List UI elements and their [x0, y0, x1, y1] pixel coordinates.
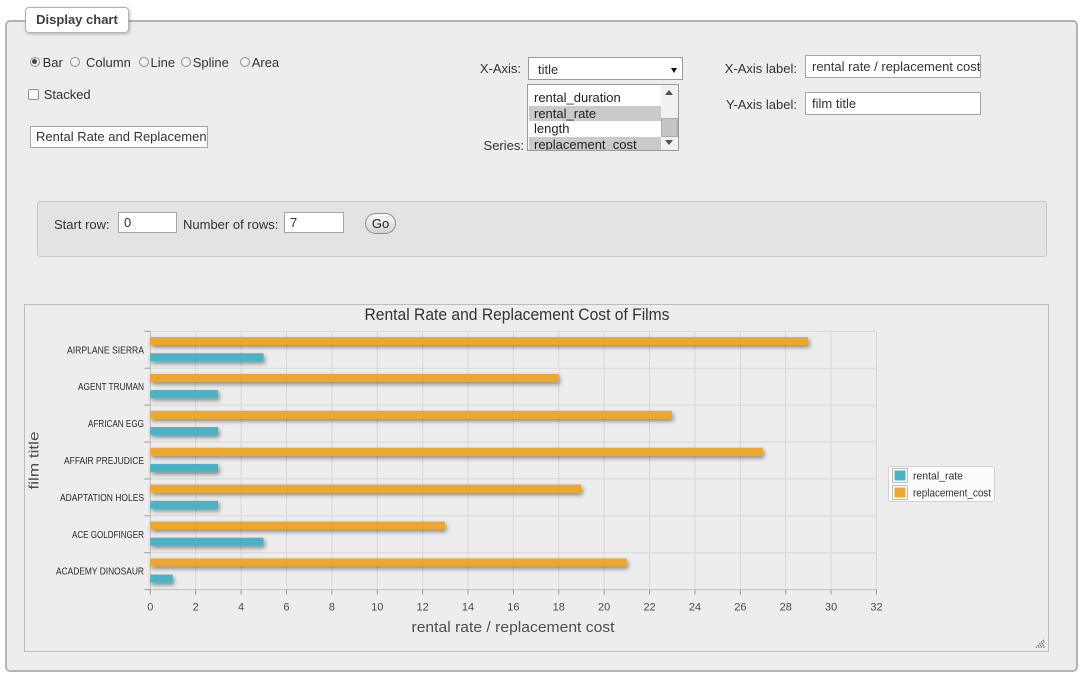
svg-text:AFRICAN EGG: AFRICAN EGG	[88, 419, 144, 430]
svg-text:4: 4	[238, 602, 244, 614]
svg-text:film title: film title	[26, 431, 42, 489]
svg-text:28: 28	[780, 602, 792, 614]
svg-text:Rental Rate and Replacement Co: Rental Rate and Replacement Cost of Film…	[365, 306, 670, 324]
svg-text:AIRPLANE SIERRA: AIRPLANE SIERRA	[67, 345, 144, 356]
svg-text:6: 6	[283, 602, 289, 614]
svg-text:ADAPTATION HOLES: ADAPTATION HOLES	[60, 493, 144, 504]
svg-text:14: 14	[462, 602, 474, 614]
svg-text:AFFAIR PREJUDICE: AFFAIR PREJUDICE	[64, 456, 144, 467]
svg-text:10: 10	[371, 602, 383, 614]
svg-text:12: 12	[417, 602, 429, 614]
svg-text:2: 2	[193, 602, 199, 614]
svg-text:replacement_cost: replacement_cost	[913, 488, 991, 500]
svg-text:16: 16	[507, 602, 519, 614]
svg-text:rental rate / replacement cost: rental rate / replacement cost	[412, 619, 616, 636]
svg-text:ACE GOLDFINGER: ACE GOLDFINGER	[72, 530, 144, 541]
svg-text:8: 8	[329, 602, 335, 614]
svg-text:ACADEMY DINOSAUR: ACADEMY DINOSAUR	[56, 567, 144, 578]
svg-text:24: 24	[689, 602, 701, 614]
svg-text:rental_rate: rental_rate	[913, 471, 963, 483]
svg-text:0: 0	[147, 602, 153, 614]
svg-text:18: 18	[553, 602, 565, 614]
svg-text:32: 32	[870, 602, 882, 614]
svg-text:30: 30	[825, 602, 837, 614]
svg-text:26: 26	[734, 602, 746, 614]
svg-text:22: 22	[643, 602, 655, 614]
svg-text:20: 20	[598, 602, 610, 614]
svg-text:AGENT TRUMAN: AGENT TRUMAN	[78, 382, 144, 393]
